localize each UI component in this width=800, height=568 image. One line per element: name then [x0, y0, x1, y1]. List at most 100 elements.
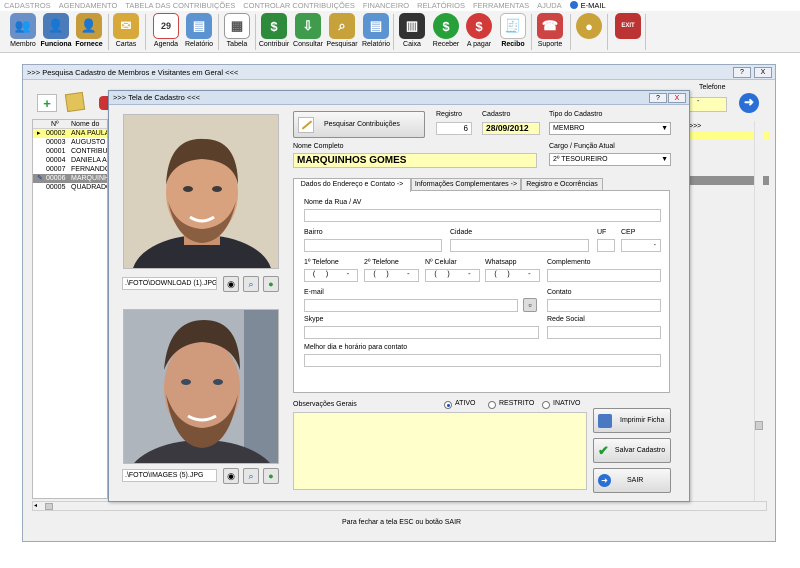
- status-restrito-radio[interactable]: [488, 401, 496, 409]
- apagar-button[interactable]: $ A pagar: [461, 13, 497, 49]
- table-row[interactable]: 00001 CONTRIBUI: [33, 147, 107, 156]
- cartas-button[interactable]: ✉ Cartas: [108, 13, 144, 49]
- fornece-button[interactable]: 👤 Fornece: [71, 13, 107, 49]
- tel2-field[interactable]: ( ) -: [364, 269, 419, 282]
- edit-icon[interactable]: [64, 91, 86, 113]
- coin-icon: ●: [576, 13, 602, 39]
- receber-button[interactable]: $ Receber: [428, 13, 464, 49]
- contribuir-button[interactable]: $ Contribuir: [256, 13, 292, 49]
- telefone-search-field[interactable]: -: [687, 97, 727, 112]
- uf-field[interactable]: [597, 239, 615, 252]
- agenda-button[interactable]: 29 Agenda: [148, 13, 184, 49]
- email-field[interactable]: [304, 299, 518, 312]
- scroll-left-icon[interactable]: ◂: [34, 503, 40, 509]
- email-send-icon[interactable]: ▫: [523, 298, 537, 312]
- table-row[interactable]: ✎ 00006 MARQUINH: [33, 174, 107, 183]
- row-number: 00003: [46, 139, 66, 146]
- recibo-button[interactable]: 🧾 Recibo: [495, 13, 531, 49]
- cep-field[interactable]: -: [621, 239, 661, 252]
- cadastro-close-button[interactable]: X: [668, 93, 686, 103]
- confirm-photo-icon[interactable]: ●: [263, 276, 279, 292]
- camera-icon[interactable]: ◉: [223, 276, 239, 292]
- rua-label: Nome da Rua / AV: [304, 199, 362, 206]
- horizontal-scrollbar[interactable]: ◂: [32, 501, 767, 511]
- suporte-button[interactable]: ☎ Suporte: [532, 13, 568, 49]
- tel1-field[interactable]: ( ) -: [304, 269, 358, 282]
- tipo-cadastro-select[interactable]: MEMBRO ▼: [549, 122, 671, 135]
- table-row[interactable]: 00005 QUADRADO: [33, 183, 107, 192]
- status-ativo-radio[interactable]: [444, 401, 452, 409]
- menu-ferramentas[interactable]: FERRAMENTAS: [473, 0, 529, 11]
- table-row[interactable]: ▸ 00002 ANA PAULA: [33, 129, 107, 138]
- search-icon[interactable]: ⌕: [243, 468, 259, 484]
- footer-hint: Para fechar a tela ESC ou botão SAIR: [342, 519, 462, 526]
- skype-field[interactable]: [304, 326, 539, 339]
- contato-field[interactable]: [547, 299, 661, 312]
- relatorio-button-2[interactable]: ▤ Relatório: [358, 13, 394, 49]
- melhor-horario-field[interactable]: [304, 354, 661, 367]
- table-row[interactable]: 00004 DANIELA AI: [33, 156, 107, 165]
- delete-icon[interactable]: [99, 96, 108, 110]
- menu-relatorios[interactable]: RELATÓRIOS: [417, 0, 465, 11]
- row-number: 00005: [46, 184, 66, 191]
- members-grid[interactable]: Nº Nome do M ▸ 00002 ANA PAULA 00003 AUGUSTO…: [32, 119, 108, 499]
- relatorio-button-1[interactable]: ▤ Relatório: [181, 13, 217, 49]
- printer-icon: [598, 413, 612, 428]
- photo-1-path-field[interactable]: .\FOTO\DOWNLOAD (1).JPG: [122, 277, 217, 290]
- membro-button[interactable]: 👥 Membro: [5, 13, 41, 49]
- consult-icon: ⇩: [295, 13, 321, 39]
- celular-field[interactable]: ( ) -: [425, 269, 480, 282]
- pesquisar-button[interactable]: ⌕ Pesquisar: [324, 13, 360, 49]
- vertical-scrollbar[interactable]: [754, 121, 763, 502]
- cidade-field[interactable]: [450, 239, 589, 252]
- consultar-button[interactable]: ⇩ Consultar: [290, 13, 326, 49]
- camera-icon[interactable]: ◉: [223, 468, 239, 484]
- exit-button[interactable]: EXIT: [610, 13, 646, 39]
- tab-endereco[interactable]: Dados do Endereço e Contato ->: [293, 178, 411, 192]
- caixa-button[interactable]: ▥ Caixa: [394, 13, 430, 49]
- rede-social-field[interactable]: [547, 326, 661, 339]
- rua-field[interactable]: [304, 209, 661, 222]
- close-button[interactable]: X: [754, 67, 772, 78]
- registro-field[interactable]: 6: [436, 122, 472, 135]
- confirm-photo-icon[interactable]: ●: [263, 468, 279, 484]
- menu-agendamento[interactable]: AGENDAMENTO: [59, 0, 118, 11]
- photo-2-path-field[interactable]: .\FOTO\IMAGES (5).JPG: [122, 469, 217, 482]
- cash-register-icon: ▥: [399, 13, 425, 39]
- sair-button[interactable]: ➜ SAIR: [593, 468, 671, 493]
- table-row[interactable]: 00007 FERNANDO: [33, 165, 107, 174]
- bairro-field[interactable]: [304, 239, 442, 252]
- nome-completo-field[interactable]: MARQUINHOS GOMES: [293, 153, 537, 168]
- menu-tabela[interactable]: TABELA DAS CONTRIBUIÇÕES: [125, 0, 235, 11]
- photo-1: [123, 114, 279, 269]
- pay-money-icon: $: [466, 13, 492, 39]
- new-record-icon[interactable]: +: [37, 94, 57, 112]
- help-button[interactable]: ?: [733, 67, 751, 78]
- salvar-cadastro-button[interactable]: ✔ Salvar Cadastro: [593, 438, 671, 463]
- members-icon: 👥: [10, 13, 36, 39]
- money-icon: $: [261, 13, 287, 39]
- menu-financeiro[interactable]: FINANCEIRO: [363, 0, 409, 11]
- menu-ajuda[interactable]: AJUDA: [537, 0, 562, 11]
- cidade-label: Cidade: [450, 229, 473, 236]
- email-icon: [569, 1, 578, 9]
- menu-email[interactable]: E-MAIL: [569, 0, 606, 11]
- row-number: 00001: [46, 148, 66, 155]
- tabela-button[interactable]: ▦ Tabela: [219, 13, 255, 49]
- cadastro-date-field[interactable]: 28/09/2012: [482, 122, 540, 135]
- whatsapp-field[interactable]: ( ) -: [485, 269, 540, 282]
- observacoes-field[interactable]: [293, 412, 587, 490]
- pesquisar-contribuicoes-button[interactable]: Pesquisar Contribuições: [293, 111, 425, 138]
- go-arrow-icon[interactable]: ➜: [739, 93, 759, 113]
- status-inativo-radio[interactable]: [542, 401, 550, 409]
- cadastro-help-button[interactable]: ?: [649, 93, 667, 103]
- funciona-button[interactable]: 👤 Funciona: [38, 13, 74, 49]
- cargo-select[interactable]: 2º TESOUREIRO ▼: [549, 153, 671, 166]
- menu-controlar[interactable]: CONTROLAR CONTRIBUIÇÕES: [243, 0, 355, 11]
- menu-cadastros[interactable]: CADASTROS: [4, 0, 51, 11]
- imprimir-ficha-button[interactable]: Imprimir Ficha: [593, 408, 671, 433]
- table-row[interactable]: 00003 AUGUSTO: [33, 138, 107, 147]
- complemento-field[interactable]: [547, 269, 661, 282]
- coin-button[interactable]: ●: [571, 13, 607, 39]
- search-icon[interactable]: ⌕: [243, 276, 259, 292]
